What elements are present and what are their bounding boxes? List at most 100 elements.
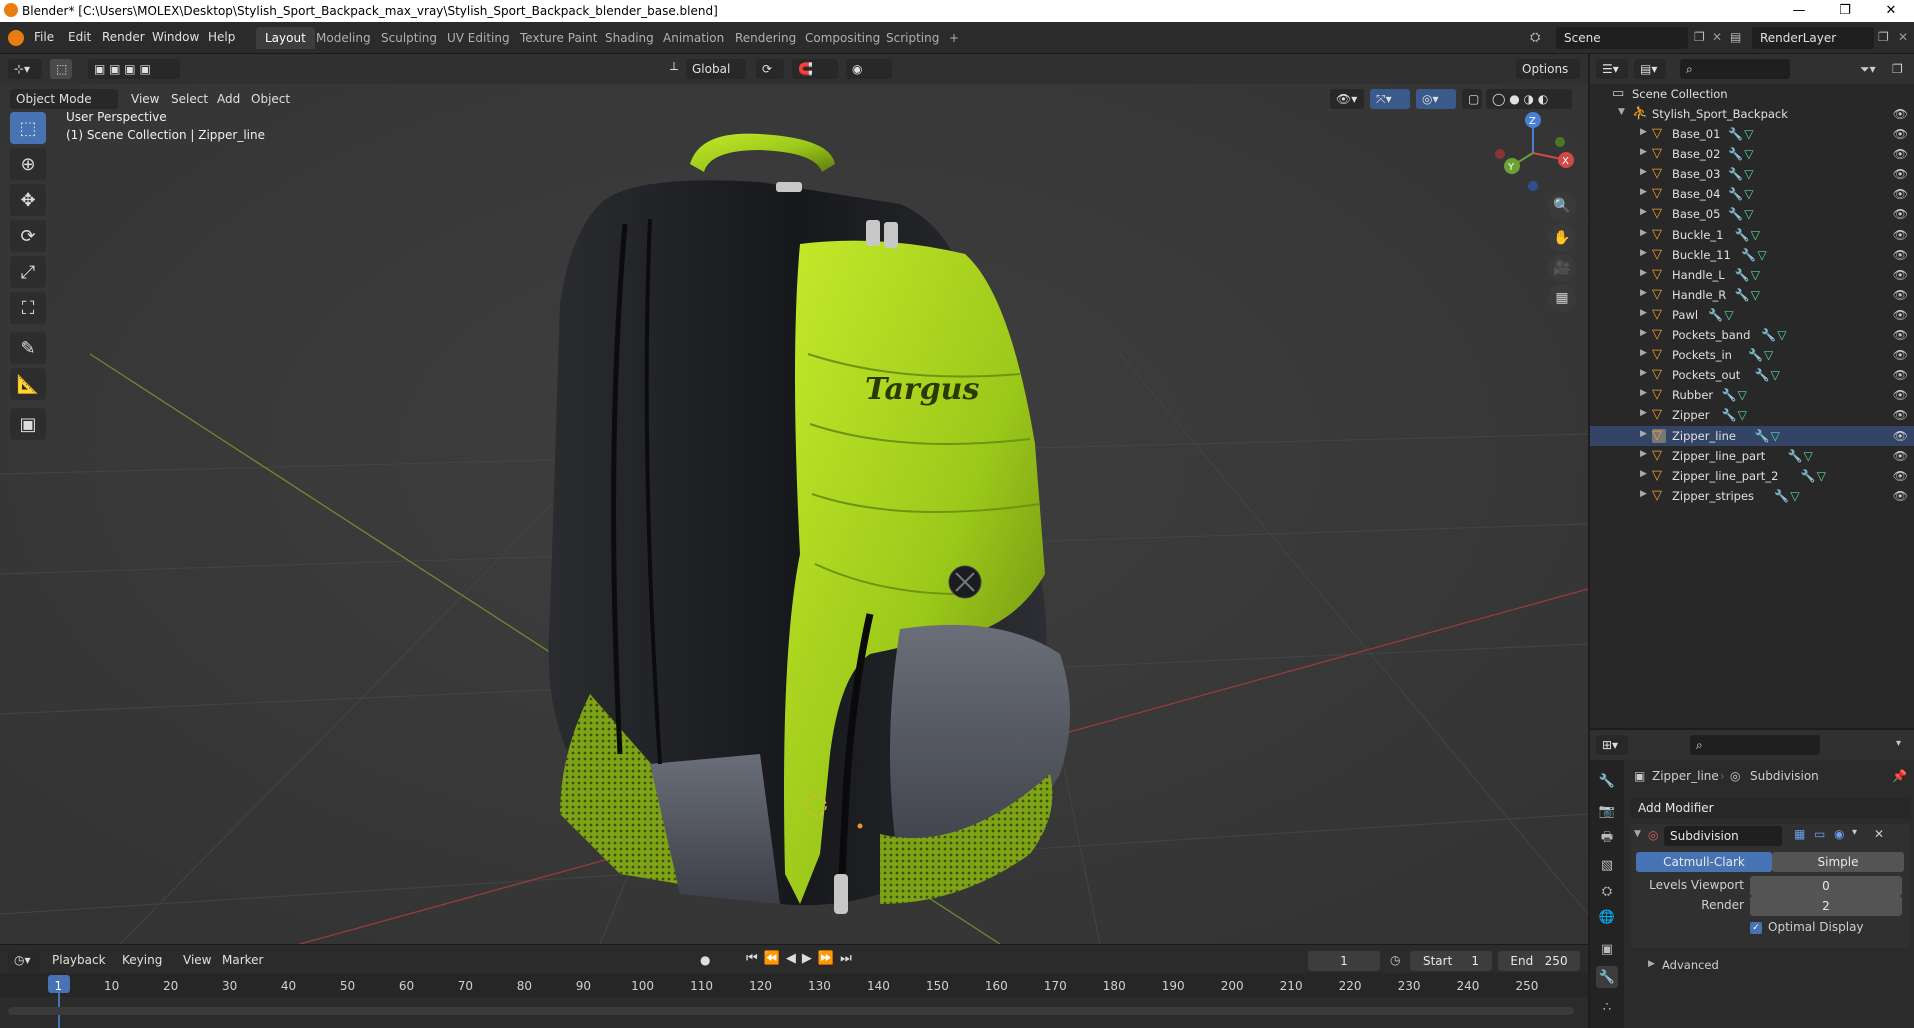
mesh-data-icon[interactable]: ▽ (1751, 228, 1760, 242)
eye-icon[interactable]: 👁 (1893, 268, 1908, 282)
modifier-tab-icon[interactable]: 🔧 (1596, 966, 1618, 988)
add-modifier-dropdown[interactable]: Add Modifier (1630, 798, 1910, 818)
eye-icon[interactable]: 👁 (1893, 308, 1908, 322)
eye-icon[interactable]: 👁 (1893, 368, 1908, 382)
navigation-gizmo[interactable]: Z X Y (1490, 110, 1576, 196)
outliner-item-zipper-line[interactable]: ▶ ▽ Zipper_line 🔧 ▽ 👁 (1590, 425, 1914, 446)
render-layer-selector[interactable]: RenderLayer (1752, 27, 1874, 49)
modifier-wrench-icon[interactable]: 🔧 (1722, 408, 1737, 422)
eye-icon[interactable]: 👁 (1893, 167, 1908, 181)
pan-hand-icon[interactable]: ✋ (1548, 224, 1576, 252)
expand-icon[interactable]: ▶ (1640, 449, 1647, 459)
tab-layout[interactable]: Layout (256, 27, 315, 49)
overlays-toggle-icon[interactable]: ◎▾ (1416, 89, 1456, 109)
expand-icon[interactable]: ▶ (1640, 348, 1647, 358)
render-toggle-icon[interactable]: ◉ (1834, 827, 1844, 841)
viewport-toggle-icon[interactable]: ▭ (1814, 827, 1825, 841)
collapse-icon[interactable]: ▼ (1634, 829, 1641, 839)
object-tab-icon[interactable]: ▣ (1596, 938, 1618, 960)
zoom-icon[interactable]: 🔍 (1548, 192, 1576, 220)
auto-keying-icon[interactable]: ● (700, 953, 710, 967)
menu-view[interactable]: View (131, 89, 159, 109)
modifier-wrench-icon[interactable]: 🔧 (1722, 388, 1737, 402)
menu-add[interactable]: Add (217, 89, 240, 109)
outliner-item-base-03[interactable]: ▶ ▽ Base_03 🔧 ▽ 👁 (1590, 164, 1914, 184)
add-cube-tool-icon[interactable]: ▣ (10, 408, 46, 440)
view-layer-tab-icon[interactable]: ▧ (1596, 854, 1618, 876)
new-scene-icon[interactable]: ❐ (1694, 30, 1705, 44)
menu-object[interactable]: Object (251, 89, 290, 109)
modifier-wrench-icon[interactable]: 🔧 (1735, 268, 1750, 282)
properties-options-icon[interactable]: ▾ (1896, 738, 1901, 749)
filter-icon[interactable]: ⏷▾ (1860, 62, 1876, 77)
xray-toggle-icon[interactable]: ▢ (1462, 89, 1482, 109)
modifier-wrench-icon[interactable]: 🔧 (1728, 127, 1743, 141)
outliner-item-handle-r[interactable]: ▶ ▽ Handle_R 🔧 ▽ 👁 (1590, 285, 1914, 305)
modifier-name-field[interactable]: Subdivision (1664, 826, 1782, 846)
mesh-data-icon[interactable]: ▽ (1804, 449, 1813, 463)
outliner-item-pockets-in[interactable]: ▶ ▽ Pockets_in 🔧 ▽ 👁 (1590, 345, 1914, 365)
outliner-search-input[interactable]: ⌕ (1680, 59, 1790, 79)
outliner-item-buckle-1[interactable]: ▶ ▽ Buckle_1 🔧 ▽ 👁 (1590, 225, 1914, 245)
levels-viewport-field[interactable]: 0 (1750, 876, 1902, 896)
mesh-data-icon[interactable]: ▽ (1751, 288, 1760, 302)
select-box-mode-icon[interactable]: ⬚ (50, 59, 72, 79)
eye-icon[interactable]: 👁 (1893, 429, 1908, 443)
outliner-editor-type-icon[interactable]: ☰▾ (1596, 59, 1628, 79)
expand-icon[interactable]: ▶ (1640, 248, 1647, 258)
current-frame-field[interactable]: 1 (1308, 951, 1380, 971)
render-tab-icon[interactable]: 📷 (1596, 800, 1618, 822)
modifier-wrench-icon[interactable]: 🔧 (1774, 489, 1789, 503)
pin-icon[interactable]: 📌 (1892, 769, 1907, 783)
tab-scripting[interactable]: Scripting (877, 27, 948, 49)
new-layer-icon[interactable]: ❐ (1878, 30, 1889, 44)
transform-tool-icon[interactable]: ⛶ (10, 292, 46, 324)
mesh-data-icon[interactable]: ▽ (1744, 127, 1753, 141)
remove-modifier-icon[interactable]: ✕ (1874, 827, 1884, 841)
object-mode-dropdown[interactable]: Object Mode (10, 89, 118, 109)
tab-sculpting[interactable]: Sculpting (372, 27, 446, 49)
menu-file[interactable]: File (34, 30, 54, 44)
menu-marker[interactable]: Marker (222, 950, 263, 970)
mesh-data-icon[interactable]: ▽ (1771, 368, 1780, 382)
edit-mode-toggle-icon[interactable]: ▦ (1794, 827, 1805, 841)
new-collection-icon[interactable]: ❐ (1892, 62, 1903, 76)
modifier-wrench-icon[interactable]: 🔧 (1755, 368, 1770, 382)
menu-edit[interactable]: Edit (68, 30, 91, 44)
output-tab-icon[interactable]: 🖶 (1596, 828, 1618, 850)
modifier-wrench-icon[interactable]: 🔧 (1728, 167, 1743, 181)
expand-icon[interactable]: ▶ (1640, 288, 1647, 298)
mesh-data-icon[interactable]: ▽ (1790, 489, 1799, 503)
modifier-wrench-icon[interactable]: 🔧 (1728, 207, 1743, 221)
timeline-scrollbar[interactable] (8, 1007, 1574, 1015)
eye-icon[interactable]: 👁 (1893, 489, 1908, 503)
tab-texture-paint[interactable]: Texture Paint (511, 27, 606, 49)
mesh-data-icon[interactable]: ▽ (1764, 348, 1773, 362)
eye-icon[interactable]: 👁 (1893, 328, 1908, 342)
optimal-display-checkbox[interactable]: ✓ (1750, 922, 1762, 934)
orientation-dropdown[interactable]: Global (686, 59, 746, 79)
expand-icon[interactable]: ▶ (1640, 308, 1647, 318)
delete-layer-icon[interactable]: ✕ (1898, 30, 1908, 44)
delete-scene-icon[interactable]: ✕ (1712, 30, 1722, 44)
mesh-data-icon[interactable]: ▽ (1744, 187, 1753, 201)
tab-uv-editing[interactable]: UV Editing (438, 27, 519, 49)
modifier-wrench-icon[interactable]: 🔧 (1735, 228, 1750, 242)
mesh-data-icon[interactable]: ▽ (1744, 207, 1753, 221)
properties-search-input[interactable]: ⌕ (1690, 735, 1820, 755)
expand-icon[interactable]: ▶ (1640, 147, 1647, 157)
end-frame-field[interactable]: End 250 (1498, 951, 1580, 971)
proportional-edit-icon[interactable]: ◉ (846, 59, 892, 79)
modifier-wrench-icon[interactable]: 🔧 (1748, 348, 1763, 362)
menu-keying[interactable]: Keying (122, 950, 162, 970)
eye-icon[interactable]: 👁 (1893, 207, 1908, 221)
tab-modeling[interactable]: Modeling (307, 27, 380, 49)
mesh-data-icon[interactable]: ▽ (1771, 429, 1780, 443)
modifier-wrench-icon[interactable]: 🔧 (1708, 308, 1723, 322)
mesh-data-icon[interactable]: ▽ (1738, 388, 1747, 402)
mesh-data-icon[interactable]: ▽ (1751, 268, 1760, 282)
modifier-wrench-icon[interactable]: 🔧 (1728, 147, 1743, 161)
pivot-point-icon[interactable]: ⟳ (756, 59, 784, 79)
minimize-button[interactable]: — (1776, 0, 1822, 22)
outliner-item-buckle-11[interactable]: ▶ ▽ Buckle_11 🔧 ▽ 👁 (1590, 245, 1914, 265)
